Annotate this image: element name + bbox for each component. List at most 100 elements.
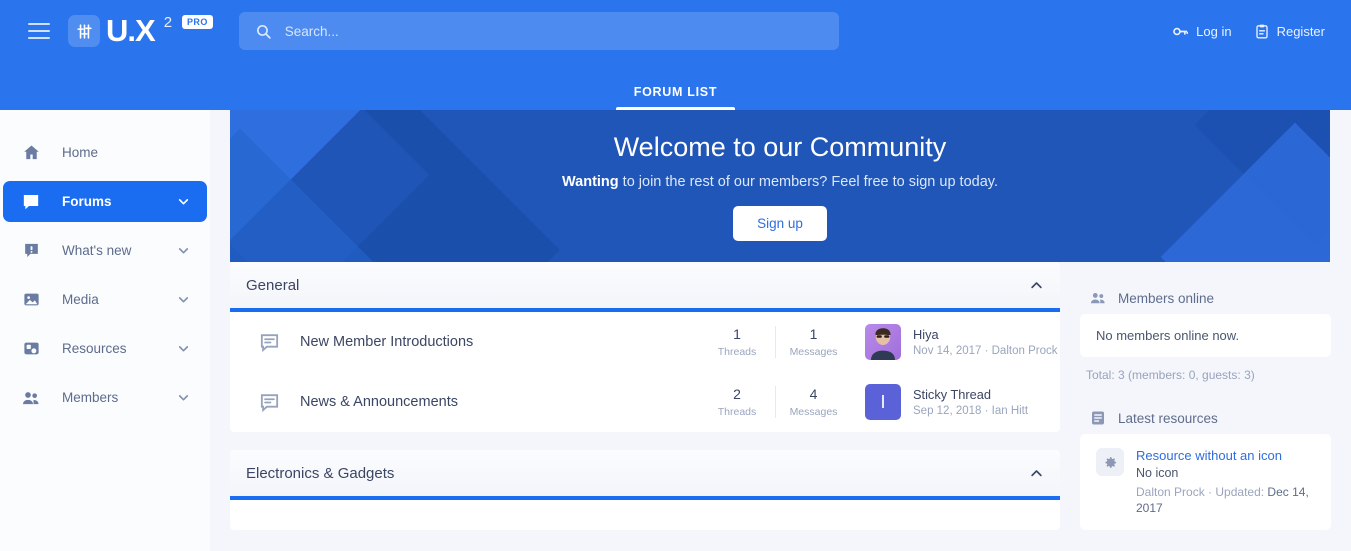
chevron-down-icon[interactable]	[177, 293, 190, 306]
header-top-bar: U.X 2 PRO Log in	[0, 0, 1351, 62]
members-icon	[1089, 289, 1107, 307]
resource-title[interactable]: Resource without an icon	[1136, 448, 1315, 463]
header-actions: Log in Register	[1172, 0, 1325, 62]
forum-thread-icon	[258, 391, 284, 414]
home-icon	[19, 141, 43, 165]
banner-subtitle-rest: to join the rest of our members? Feel fr…	[618, 173, 998, 190]
logo-version: 2	[163, 13, 173, 31]
widget-title: Members online	[1118, 290, 1215, 306]
sidebar-item-resources[interactable]: Resources	[3, 328, 207, 369]
last-post-title[interactable]: Sticky Thread	[913, 387, 1028, 402]
whats-new-icon	[19, 239, 43, 263]
document-icon	[1089, 409, 1107, 427]
sidebar-item-label: Home	[62, 145, 99, 160]
chevron-down-icon[interactable]	[177, 342, 190, 355]
resources-icon	[19, 337, 43, 361]
forum-stats: 2 Threads 4 Messages	[699, 386, 851, 418]
members-online-empty-text: No members online now.	[1096, 328, 1240, 343]
avatar[interactable]: I	[865, 384, 901, 420]
forum-page: U.X 2 PRO Log in	[0, 0, 1351, 551]
tab-forum-list[interactable]: FORUM LIST	[615, 85, 736, 110]
resource-author: Dalton Prock	[1136, 485, 1205, 499]
media-icon	[19, 288, 43, 312]
forum-row[interactable]: News & Announcements 2 Threads 4 Message…	[230, 372, 1060, 432]
sidebar-item-label: Resources	[62, 341, 127, 356]
forum-name[interactable]: New Member Introductions	[300, 334, 473, 350]
sidebar-item-whats-new[interactable]: What's new	[3, 230, 207, 271]
resource-meta-separator: ·	[1204, 485, 1216, 499]
forum-block-header[interactable]: Electronics & Gadgets	[230, 450, 1060, 496]
sign-up-button[interactable]: Sign up	[733, 205, 827, 241]
chevron-up-icon[interactable]	[1029, 466, 1044, 481]
resource-meta: Dalton Prock · Updated: Dec 14, 2017	[1136, 484, 1315, 516]
login-label: Log in	[1196, 23, 1232, 39]
threads-label: Threads	[717, 406, 757, 418]
sidebar-item-home[interactable]: Home	[3, 132, 207, 173]
forum-block-body	[230, 500, 1060, 530]
forum-block-electronics: Electronics & Gadgets	[230, 450, 1060, 530]
register-label: Register	[1276, 23, 1325, 39]
widget-header: Latest resources	[1080, 402, 1331, 434]
threads-label: Threads	[717, 346, 757, 358]
latest-resources-card: Resource without an icon No icon Dalton …	[1080, 434, 1331, 531]
chevron-up-icon[interactable]	[1029, 278, 1044, 293]
messages-label: Messages	[789, 346, 838, 358]
widget-latest-resources: Latest resources Resource without an ico…	[1080, 402, 1331, 531]
primary-nav-tabs: FORUM LIST	[0, 62, 1351, 110]
members-online-total: Total: 3 (members: 0, guests: 3)	[1086, 368, 1255, 382]
logo-pro-badge: PRO	[182, 15, 213, 29]
resource-item[interactable]: Resource without an icon No icon Dalton …	[1096, 448, 1315, 516]
sidebar-widgets: Members online No members online now. To…	[1080, 282, 1331, 550]
messages-count: 4	[809, 386, 818, 402]
widget-header: Members online	[1080, 282, 1331, 314]
sidebar-item-forums[interactable]: Forums	[3, 181, 207, 222]
last-post-sub: Sep 12, 2018 · Ian Hitt	[913, 405, 1029, 417]
logo-sliders-icon	[68, 15, 100, 47]
site-logo[interactable]: U.X 2 PRO	[68, 12, 213, 48]
logo-text: U.X	[106, 12, 156, 48]
last-post-sub: Nov 14, 2017 · Dalton Prock	[913, 345, 1058, 357]
last-post-meta: Sticky Thread Sep 12, 2018 · Ian Hitt	[913, 387, 1028, 417]
sidebar-item-label: Members	[62, 390, 119, 405]
messages-stat: 1 Messages	[775, 326, 851, 358]
banner-subtitle: Wanting to join the rest of our members?…	[562, 174, 998, 190]
forums-icon	[19, 190, 43, 214]
messages-stat: 4 Messages	[775, 386, 851, 418]
chevron-down-icon[interactable]	[177, 391, 190, 404]
sidebar-item-label: Media	[62, 292, 99, 307]
members-icon	[19, 386, 43, 410]
chevron-down-icon[interactable]	[177, 244, 190, 257]
search-input[interactable]	[284, 23, 823, 39]
clipboard-icon	[1255, 24, 1268, 38]
login-button[interactable]: Log in	[1172, 23, 1232, 40]
search-box[interactable]	[238, 12, 839, 50]
avatar[interactable]	[865, 324, 901, 360]
forum-thread-icon	[258, 331, 284, 354]
forum-block-general: General New Member Introductions 1 Threa…	[230, 262, 1060, 432]
widget-members-online: Members online No members online now. To…	[1080, 282, 1331, 382]
gear-icon	[1096, 448, 1124, 476]
last-post-meta: Hiya Nov 14, 2017 · Dalton Prock	[913, 327, 1057, 357]
register-button[interactable]: Register	[1254, 23, 1325, 40]
sidebar-item-media[interactable]: Media	[3, 279, 207, 320]
hamburger-menu-icon[interactable]	[28, 23, 50, 39]
forum-list: General New Member Introductions 1 Threa…	[230, 262, 1060, 548]
threads-stat: 1 Threads	[699, 326, 775, 358]
threads-count: 2	[733, 386, 741, 402]
forum-block-header[interactable]: General	[230, 262, 1060, 308]
banner-title: Welcome to our Community	[613, 131, 947, 162]
forum-row[interactable]: New Member Introductions 1 Threads 1 Mes…	[230, 312, 1060, 372]
messages-label: Messages	[789, 406, 838, 418]
sidebar-item-members[interactable]: Members	[3, 377, 207, 418]
forum-block-title: Electronics & Gadgets	[246, 464, 395, 482]
forum-name[interactable]: News & Announcements	[300, 394, 458, 410]
chevron-down-icon[interactable]	[177, 195, 190, 208]
welcome-banner: Welcome to our Community Wanting to join…	[230, 110, 1330, 262]
forum-block-title: General	[246, 276, 300, 294]
last-post-title[interactable]: Hiya	[913, 327, 1057, 342]
key-icon	[1173, 27, 1189, 35]
resource-details: Resource without an icon No icon Dalton …	[1136, 448, 1315, 516]
threads-stat: 2 Threads	[699, 386, 775, 418]
sidebar-item-label: What's new	[62, 243, 132, 258]
last-post: I Sticky Thread Sep 12, 2018 · Ian Hitt	[865, 384, 1060, 420]
